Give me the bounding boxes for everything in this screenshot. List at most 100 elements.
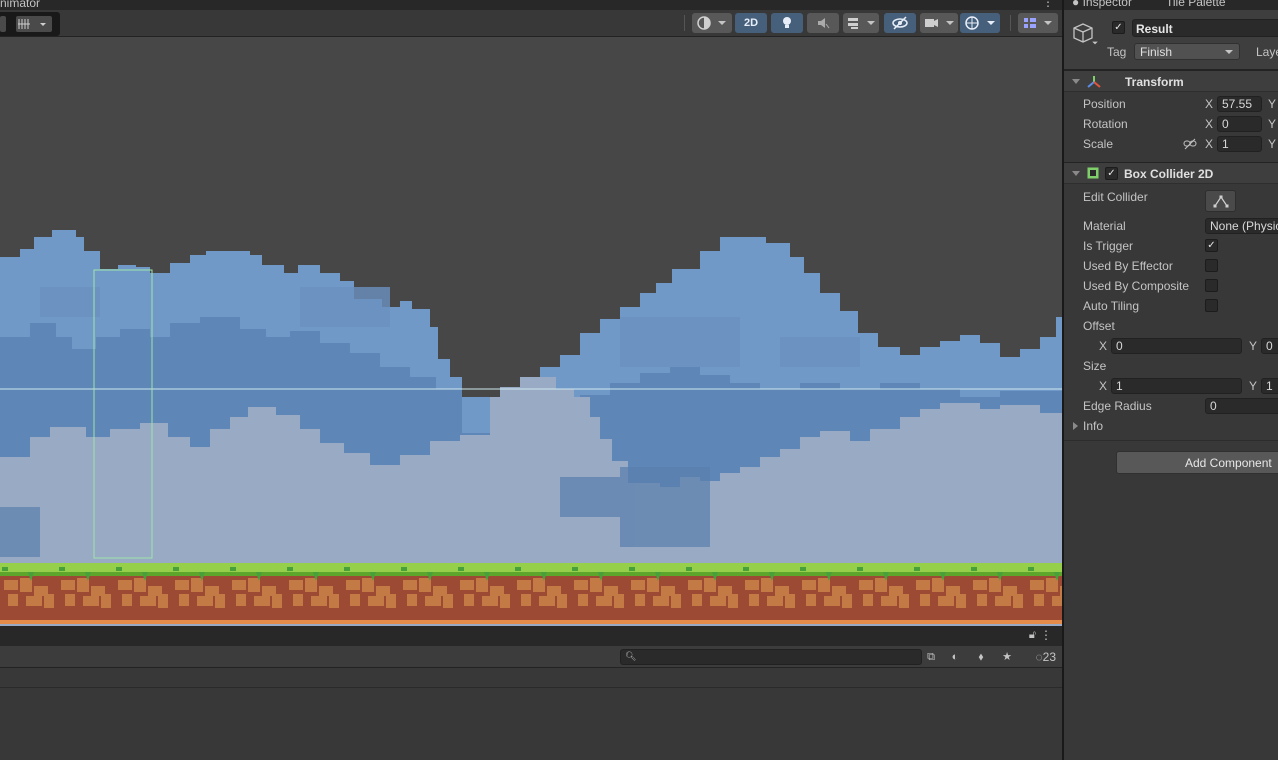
rotation-x-field[interactable]: 0 <box>1217 116 1262 132</box>
overlay-menu-dropdown[interactable] <box>1018 13 1058 33</box>
offset-x-field[interactable]: 0 <box>1111 338 1242 354</box>
shading-mode-dropdown[interactable] <box>692 13 732 33</box>
dirt-rock <box>647 578 659 592</box>
info-icon: ● <box>1072 0 1080 9</box>
filter-by-type-icon[interactable]: ◐ <box>946 649 964 665</box>
info-foldout-label[interactable]: Info <box>1083 419 1103 433</box>
size-y-field[interactable]: 1 <box>1261 378 1278 394</box>
collapse-arrow-icon[interactable] <box>1072 171 1080 176</box>
camera-settings-dropdown[interactable] <box>920 13 958 33</box>
audio-mute-icon[interactable] <box>807 13 839 33</box>
dirt-rock <box>977 594 987 606</box>
dirt-rock <box>745 580 759 590</box>
dirt-rock <box>533 578 545 592</box>
used-by-effector-checkbox[interactable] <box>1205 259 1218 272</box>
dirt-rock <box>77 578 89 592</box>
dirt-rock <box>806 594 816 606</box>
project-tab-bar: 🔓︎ ⋮ <box>0 626 1062 646</box>
dirt-rock <box>272 594 282 608</box>
collapse-arrow-icon[interactable] <box>1072 79 1080 84</box>
scene-viewport[interactable] <box>0 37 1062 626</box>
dirt-rock <box>158 594 168 608</box>
dirt-rock <box>464 594 474 606</box>
grass-highlight <box>800 567 806 571</box>
edit-collider-button[interactable] <box>1205 190 1236 212</box>
favorite-star-icon[interactable]: ★ <box>998 649 1016 665</box>
dirt-rock <box>1052 596 1062 606</box>
grass-highlight <box>2 567 8 571</box>
tab-tile-palette[interactable]: Tile Palette <box>1166 0 1226 9</box>
dirt-rock <box>956 594 966 608</box>
gameobject-cube-icon[interactable] <box>1072 22 1094 44</box>
add-component-button[interactable]: Add Component <box>1116 451 1278 474</box>
is-trigger-label: Is Trigger <box>1083 239 1134 253</box>
expand-arrow-icon[interactable] <box>1073 422 1078 430</box>
project-toolbar: 🔍︎ ⧉ ◐ ⬧ ★ ◌23 <box>0 646 1062 668</box>
dirt-rock <box>329 594 339 608</box>
inspector-panel: ● Inspector Tile Palette ✓ Result Tag Fi… <box>1062 0 1278 760</box>
dirt-rock <box>899 594 909 608</box>
scale-x-field[interactable]: 1 <box>1217 136 1262 152</box>
used-by-composite-checkbox[interactable] <box>1205 279 1218 292</box>
dirt-rock <box>631 580 645 590</box>
dirt-rock <box>1030 580 1044 590</box>
dirt-rock <box>311 596 327 606</box>
lighting-toggle-icon[interactable] <box>771 13 803 33</box>
auto-tiling-checkbox[interactable] <box>1205 299 1218 312</box>
inspector-tab-bar: ● Inspector Tile Palette <box>1064 0 1278 10</box>
gizmos-dropdown[interactable] <box>960 13 1000 33</box>
effects-dropdown[interactable] <box>843 13 879 33</box>
search-icon: 🔍︎ <box>625 651 637 661</box>
dirt-rock <box>362 578 374 592</box>
scale-label: Scale <box>1083 137 1114 151</box>
grass-highlight <box>230 567 236 571</box>
constrain-proportions-icon[interactable] <box>1183 138 1197 150</box>
dirt-rock <box>517 580 531 590</box>
tab-inspector[interactable]: ● Inspector <box>1072 0 1132 9</box>
edge-radius-field[interactable]: 0 <box>1205 398 1278 414</box>
material-label: Material <box>1083 219 1126 233</box>
lock-icon[interactable]: 🔓︎ <box>1029 629 1036 642</box>
dirt-rock <box>973 580 987 590</box>
offset-y-field[interactable]: 0 <box>1261 338 1278 354</box>
dirt-rock <box>236 594 246 606</box>
transform-header[interactable]: Transform <box>1064 70 1278 92</box>
size-x-field[interactable]: 1 <box>1111 378 1242 394</box>
box-collider-title: Box Collider 2D <box>1124 167 1214 181</box>
dirt-rock <box>403 580 417 590</box>
dirt-rock <box>749 594 759 606</box>
dirt-rock <box>191 578 203 592</box>
search-by-type-icon[interactable]: ⧉ <box>922 649 940 665</box>
more-menu-icon[interactable]: ⋮ <box>1040 628 1052 642</box>
dirt-rock <box>248 578 260 592</box>
tag-dropdown[interactable]: Finish <box>1134 43 1240 60</box>
component-enabled-checkbox[interactable]: ✓ <box>1105 167 1118 180</box>
icon-dropdown-caret[interactable] <box>1092 41 1098 45</box>
box-collider-header[interactable]: ✓ Box Collider 2D <box>1064 162 1278 184</box>
more-menu-icon[interactable]: ⋮ <box>1042 0 1054 9</box>
2d-mode-toggle[interactable]: 2D <box>735 13 767 33</box>
is-trigger-checkbox[interactable]: ✓ <box>1205 239 1218 252</box>
position-x-field[interactable]: 57.55 <box>1217 96 1262 112</box>
active-checkbox[interactable]: ✓ <box>1112 21 1125 34</box>
dirt-rock <box>653 596 669 606</box>
snap-settings-button[interactable] <box>16 16 52 32</box>
hidden-packages-count[interactable]: ◌23 <box>1036 650 1057 664</box>
scene-canvas <box>0 230 1062 626</box>
dirt-rock <box>596 596 612 606</box>
dirt-rock <box>26 596 42 606</box>
object-name-field[interactable]: Result <box>1132 19 1278 37</box>
label-filter-icon[interactable]: ⬧ <box>972 649 990 665</box>
animator-tab[interactable]: nimator <box>0 0 40 10</box>
dropdown-caret-icon[interactable] <box>0 16 6 32</box>
grass-highlight <box>344 567 350 571</box>
unity-editor: nimator ⋮ 2D 🔓︎ ⋮ 🔍︎ ⧉ ◐ ⬧ ★ ◌23 ● Inspe… <box>0 0 1278 760</box>
dirt-rock <box>521 594 531 606</box>
dirt-rock <box>61 580 75 590</box>
tag-value: Finish <box>1140 45 1173 59</box>
scene-visibility-icon[interactable] <box>884 13 916 33</box>
dirt-rock <box>704 578 716 592</box>
material-field[interactable]: None (Physic <box>1205 218 1278 234</box>
toolbar-separator <box>684 15 685 31</box>
search-input[interactable]: 🔍︎ <box>620 649 922 665</box>
